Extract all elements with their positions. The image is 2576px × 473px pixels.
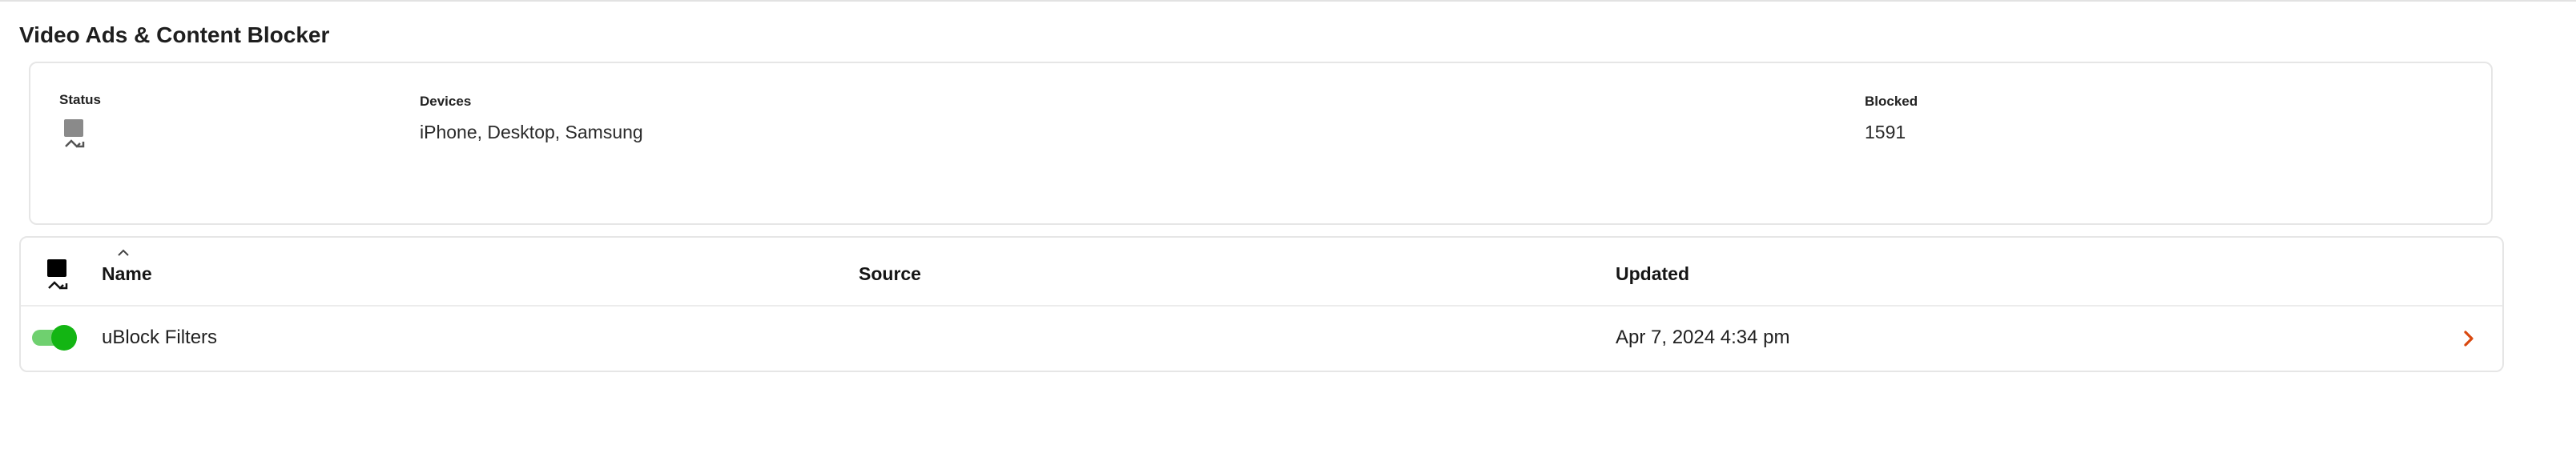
column-header-source[interactable]: Source — [859, 263, 921, 285]
filter-list-table: Name Source Updated uBlock Filters Apr 7… — [19, 236, 2504, 372]
devices-value: iPhone, Desktop, Samsung — [420, 122, 643, 142]
blocked-summary: Blocked 1591 — [1865, 94, 1918, 143]
status-summary: Status — [59, 92, 101, 153]
column-header-name[interactable]: Name — [102, 263, 152, 285]
page-title: Video Ads & Content Blocker — [19, 22, 330, 47]
devices-summary: Devices iPhone, Desktop, Samsung — [420, 94, 643, 143]
summary-card: Status Devices iPhone, Desktop, Samsung … — [29, 62, 2493, 225]
top-divider — [0, 0, 2576, 2]
sort-ascending-icon[interactable] — [117, 249, 130, 257]
broken-image-icon — [47, 259, 68, 290]
enable-toggle[interactable] — [32, 324, 77, 351]
broken-image-icon — [64, 119, 85, 148]
table-row[interactable]: uBlock Filters Apr 7, 2024 4:34 pm — [21, 307, 2502, 371]
status-label: Status — [59, 92, 101, 107]
devices-label: Devices — [420, 94, 472, 109]
blocked-count: 1591 — [1865, 122, 1906, 142]
table-header: Name Source Updated — [21, 238, 2502, 307]
chevron-right-icon[interactable] — [2461, 327, 2477, 350]
filter-updated: Apr 7, 2024 4:34 pm — [1616, 327, 1790, 348]
blocked-label: Blocked — [1865, 94, 1918, 109]
column-header-updated[interactable]: Updated — [1616, 263, 1689, 285]
filter-name: uBlock Filters — [102, 327, 218, 348]
toggle-knob — [51, 325, 77, 351]
